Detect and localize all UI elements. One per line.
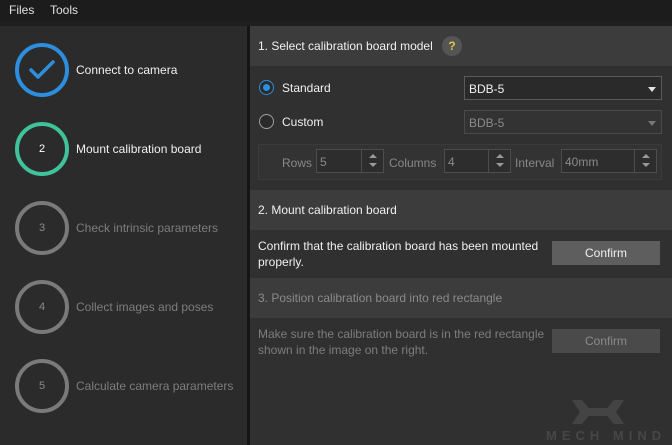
- chevron-down-icon: [648, 87, 656, 92]
- columns-value: 4: [448, 155, 455, 169]
- interval-stepper: [634, 150, 656, 172]
- section-3-instructions: Make sure the calibration board is in th…: [258, 327, 545, 357]
- rows-spinbox: 5: [316, 149, 384, 173]
- rows-label: Rows: [282, 156, 313, 170]
- rows-stepper: [361, 150, 383, 172]
- step-label: Check intrinsic parameters: [76, 221, 219, 235]
- step-label: Calculate camera parameters: [76, 379, 234, 393]
- custom-model-select: BDB-5: [464, 110, 662, 134]
- step-check-intrinsics[interactable]: 3 Check intrinsic parameters: [15, 201, 245, 257]
- section-2-title: 2. Mount calibration board: [258, 203, 397, 217]
- standard-model-value: BDB-5: [469, 82, 505, 96]
- section-2-header: 2. Mount calibration board: [250, 190, 672, 230]
- custom-model-value: BDB-5: [469, 116, 505, 130]
- steps-sidebar: Connect to camera 2 Mount calibration bo…: [0, 26, 247, 445]
- interval-spinbox: 40mm: [561, 149, 657, 173]
- arrow-down-icon: [496, 163, 504, 167]
- arrow-down-icon: [642, 163, 650, 167]
- menu-files[interactable]: Files: [9, 3, 34, 17]
- menu-tools[interactable]: Tools: [50, 3, 78, 17]
- rows-value: 5: [320, 155, 327, 169]
- step-3-circle: 3: [15, 201, 69, 255]
- arrow-down-icon: [369, 163, 377, 167]
- checkmark-icon: [29, 60, 55, 79]
- step-connect-camera[interactable]: Connect to camera: [15, 43, 245, 99]
- interval-label: Interval: [515, 156, 555, 170]
- interval-value: 40mm: [565, 155, 599, 169]
- step-5-circle: 5: [15, 359, 69, 413]
- section-3-title: 3. Position calibration board into red r…: [258, 291, 503, 305]
- custom-radio[interactable]: [259, 114, 274, 129]
- standard-model-select[interactable]: BDB-5: [464, 76, 662, 100]
- step-label: Mount calibration board: [76, 142, 202, 156]
- step-4-circle: 4: [15, 280, 69, 334]
- columns-stepper: [488, 150, 510, 172]
- arrow-up-icon: [369, 154, 377, 158]
- step-label: Connect to camera: [76, 63, 178, 77]
- section-1-header: 1. Select calibration board model ?: [250, 26, 672, 66]
- main-panel: 1. Select calibration board model ? Stan…: [250, 26, 672, 445]
- columns-label: Columns: [389, 156, 437, 170]
- confirm-position-button: Confirm: [552, 329, 660, 353]
- arrow-up-icon: [642, 154, 650, 158]
- step-calculate-params[interactable]: 5 Calculate camera parameters: [15, 359, 245, 415]
- confirm-mounted-button[interactable]: Confirm: [552, 241, 660, 265]
- arrow-up-icon: [496, 154, 504, 158]
- logo-wordmark: MECH MIND: [546, 428, 667, 443]
- chevron-down-icon: [648, 121, 656, 126]
- columns-spinbox: 4: [444, 149, 511, 173]
- logo-mark-icon: [558, 400, 638, 424]
- section-3-header: 3. Position calibration board into red r…: [250, 278, 672, 318]
- section-2-instructions: Confirm that the calibration board has b…: [258, 239, 539, 269]
- step-label: Collect images and poses: [76, 300, 214, 314]
- mech-mind-logo: MECH MIND: [538, 398, 670, 444]
- step-1-circle: [15, 43, 69, 97]
- standard-label[interactable]: Standard: [282, 81, 331, 95]
- step-2-circle: 2: [15, 122, 69, 176]
- help-icon[interactable]: ?: [442, 36, 462, 56]
- custom-params-box: Rows 5 Columns 4 Interval 40mm: [258, 144, 662, 180]
- menu-bar: Files Tools: [0, 0, 672, 22]
- step-collect-images[interactable]: 4 Collect images and poses: [15, 280, 245, 336]
- standard-radio[interactable]: [259, 80, 274, 95]
- step-mount-board[interactable]: 2 Mount calibration board: [15, 122, 245, 178]
- section-1-title: 1. Select calibration board model: [258, 39, 433, 53]
- custom-label[interactable]: Custom: [282, 115, 323, 129]
